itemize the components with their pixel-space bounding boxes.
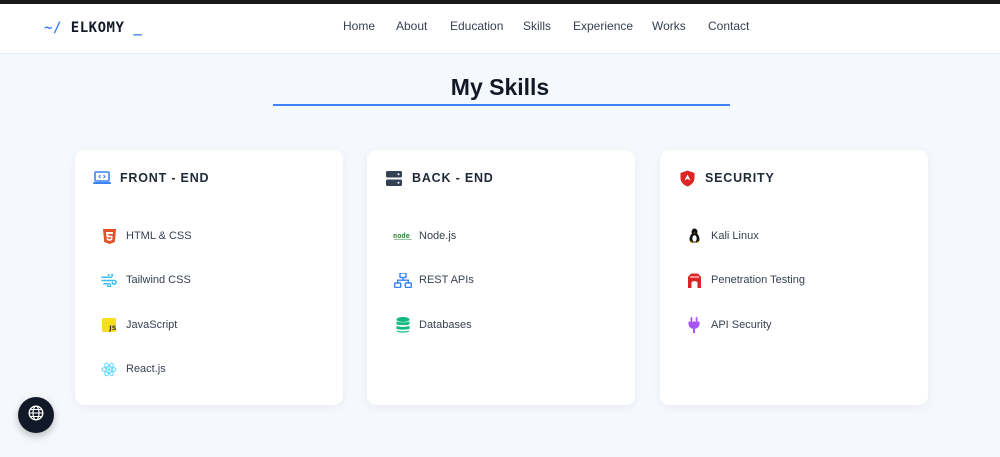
skill-card-backend: BACK - END node Node.js REST APIs Databa… [367, 150, 635, 405]
nav-skills[interactable]: Skills [523, 19, 551, 33]
skill-card-frontend: FRONT - END HTML & CSS Tailwind CSS JS J… [75, 150, 343, 405]
site-header: ~/ ELKOMY _ Home About Education Skills … [0, 4, 1000, 54]
card-header: FRONT - END [93, 169, 209, 187]
nav-contact[interactable]: Contact [708, 19, 749, 33]
skill-label: Kali Linux [711, 230, 759, 242]
skill-item: JS JavaScript [101, 316, 177, 334]
language-toggle-button[interactable] [18, 397, 54, 433]
skill-card-security: SECURITY Kali Linux Penetration Testing [660, 150, 928, 405]
svg-text:node: node [393, 232, 410, 240]
skill-item: node Node.js [393, 227, 456, 245]
skill-item: Kali Linux [686, 227, 759, 245]
linux-icon [686, 228, 702, 244]
skill-label: HTML & CSS [126, 230, 192, 242]
nav-about[interactable]: About [396, 19, 427, 33]
skill-item: Penetration Testing [686, 271, 805, 289]
laptop-code-icon [93, 169, 111, 187]
skill-item: REST APIs [393, 271, 474, 289]
title-underline [273, 104, 730, 106]
nav-experience[interactable]: Experience [573, 19, 633, 33]
skill-label: React.js [126, 363, 166, 375]
card-title: SECURITY [705, 171, 775, 185]
skill-item: HTML & CSS [101, 227, 192, 245]
skill-label: Penetration Testing [711, 274, 805, 286]
card-header: SECURITY [678, 169, 775, 187]
site-logo[interactable]: ~/ ELKOMY _ [44, 20, 142, 36]
card-title: FRONT - END [120, 171, 210, 185]
skill-item: API Security [686, 316, 772, 334]
html5-icon [101, 228, 117, 244]
server-icon [385, 169, 403, 187]
card-title: BACK - END [412, 171, 494, 185]
network-icon [393, 272, 413, 288]
tailwind-icon [101, 272, 117, 288]
logo-name: ELKOMY [70, 20, 125, 36]
skill-label: Databases [419, 319, 472, 331]
skill-item: Databases [393, 316, 472, 334]
dungeon-icon [686, 272, 702, 288]
database-icon [393, 317, 413, 333]
svg-text:JS: JS [108, 324, 116, 332]
nodejs-icon: node [393, 228, 413, 244]
javascript-icon: JS [101, 317, 117, 333]
skill-label: REST APIs [419, 274, 474, 286]
plug-icon [686, 317, 702, 333]
skill-label: API Security [711, 319, 772, 331]
skill-label: Tailwind CSS [126, 274, 191, 286]
nav-education[interactable]: Education [450, 19, 503, 33]
skill-label: JavaScript [126, 319, 178, 331]
section-title: My Skills [450, 74, 550, 100]
logo-prefix: ~/ [44, 20, 62, 36]
skill-item: Tailwind CSS [101, 271, 191, 289]
react-icon [101, 361, 117, 377]
shield-icon [678, 169, 696, 187]
skill-item: React.js [101, 360, 166, 378]
nav-works[interactable]: Works [652, 19, 686, 33]
logo-cursor: _ [133, 20, 143, 36]
globe-icon [28, 404, 44, 426]
card-header: BACK - END [385, 169, 494, 187]
nav-home[interactable]: Home [343, 19, 375, 33]
skill-label: Node.js [419, 230, 457, 242]
